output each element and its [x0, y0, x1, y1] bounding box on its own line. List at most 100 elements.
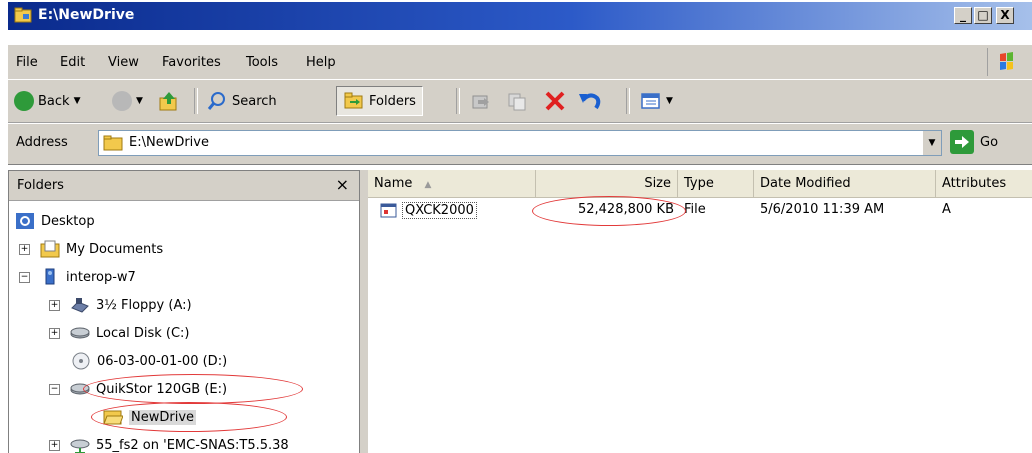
tree-item-cd-drive[interactable]: 06-03-00-01-00 (D:): [71, 349, 227, 373]
menu-help[interactable]: Help: [306, 55, 336, 70]
folder-open-icon: [103, 408, 124, 426]
file-icon: [380, 203, 397, 217]
back-arrow-icon: [14, 91, 34, 111]
go-arrow-icon: [950, 130, 974, 154]
file-name: QXCK2000: [402, 202, 477, 219]
column-size-label: Size: [644, 176, 671, 191]
address-label: Address: [16, 135, 68, 150]
file-list-pane: Name ▲ Size Type Date Modified Attribute…: [368, 170, 1032, 453]
forward-button[interactable]: ▼: [112, 86, 143, 116]
column-name-label: Name: [374, 176, 413, 191]
tree-item-label: 55_fs2 on 'EMC-SNAS:T5.5.38: [96, 437, 289, 453]
address-value: E:\NewDrive: [129, 135, 209, 150]
delete-icon: [545, 91, 565, 111]
views-icon: [641, 93, 660, 109]
copy-to-button[interactable]: [506, 86, 528, 116]
address-input[interactable]: E:\NewDrive ▼: [98, 130, 942, 156]
address-bar: Address E:\NewDrive ▼ Go: [8, 123, 1032, 165]
tree-item-newdrive[interactable]: NewDrive: [103, 405, 197, 429]
forward-dropdown-icon[interactable]: ▼: [136, 96, 143, 106]
expand-toggle[interactable]: +: [49, 439, 60, 451]
column-type-header[interactable]: Type: [678, 170, 754, 198]
tree-item-label: Desktop: [41, 213, 95, 229]
folders-pane: Folders × Desktop + My Documents − inter…: [8, 170, 360, 453]
collapse-toggle[interactable]: −: [19, 271, 30, 283]
file-size: 52,428,800 KB: [577, 202, 674, 217]
views-button[interactable]: ▼: [640, 86, 673, 116]
computer-icon: [40, 268, 60, 286]
forward-arrow-icon: [112, 91, 132, 111]
title-bar[interactable]: E:\NewDrive _ □ X: [8, 2, 1032, 30]
tree-item-local-disk[interactable]: + Local Disk (C:): [49, 321, 189, 345]
views-dropdown-icon[interactable]: ▼: [666, 96, 673, 106]
network-drive-icon: [70, 436, 90, 453]
folders-pane-header: Folders ×: [9, 171, 359, 201]
explorer-window: E:\NewDrive _ □ X File Edit View Favorit…: [0, 0, 1032, 453]
window-title: E:\NewDrive: [38, 7, 135, 23]
expand-toggle[interactable]: +: [49, 327, 60, 339]
move-to-button[interactable]: [470, 86, 492, 116]
menu-view[interactable]: View: [108, 55, 139, 70]
folder-icon: [103, 135, 123, 151]
search-label: Search: [232, 93, 277, 109]
windows-logo-icon: [987, 48, 1024, 76]
move-to-icon: [472, 95, 489, 109]
menu-file[interactable]: File: [16, 55, 38, 70]
sort-ascending-icon: ▲: [424, 180, 432, 190]
file-name-cell[interactable]: QXCK2000: [380, 202, 477, 219]
folders-label: Folders: [369, 93, 416, 109]
maximize-button[interactable]: □: [974, 7, 992, 24]
tree-item-desktop[interactable]: Desktop: [15, 209, 95, 233]
up-folder-button[interactable]: [158, 86, 180, 116]
expand-toggle[interactable]: +: [49, 299, 60, 311]
tree-item-label: NewDrive: [129, 409, 197, 425]
menu-bar: File Edit View Favorites Tools Help: [8, 44, 1032, 80]
column-attributes-header[interactable]: Attributes: [936, 170, 1032, 198]
standard-toolbar: Back ▼ ▼ Search Folders ▼: [8, 79, 1032, 123]
tree-item-label: My Documents: [66, 241, 164, 257]
address-dropdown-button[interactable]: ▼: [922, 131, 941, 155]
menu-favorites[interactable]: Favorites: [162, 55, 221, 70]
back-button[interactable]: Back ▼: [14, 86, 80, 116]
column-size-header[interactable]: Size: [536, 170, 678, 198]
file-date-modified: 5/6/2010 11:39 AM: [760, 202, 885, 217]
minimize-button[interactable]: _: [954, 7, 972, 24]
search-icon: [207, 92, 225, 110]
column-name-header[interactable]: Name ▲: [368, 170, 536, 198]
close-button[interactable]: X: [996, 7, 1014, 24]
tree-item-quikstor[interactable]: − QuikStor 120GB (E:): [49, 377, 227, 401]
desktop-icon: [15, 212, 35, 230]
file-attributes: A: [942, 202, 951, 217]
tree-item-floppy[interactable]: + 3½ Floppy (A:): [49, 293, 192, 317]
tree-item-label: QuikStor 120GB (E:): [96, 381, 228, 397]
undo-icon: [579, 93, 601, 110]
folders-pane-title: Folders: [17, 178, 64, 193]
tree-item-network-drive[interactable]: + 55_fs2 on 'EMC-SNAS:T5.5.38: [49, 433, 289, 453]
column-date-modified-header[interactable]: Date Modified: [754, 170, 936, 198]
menu-edit[interactable]: Edit: [60, 55, 85, 70]
toolbar-separator: [194, 88, 198, 114]
collapse-toggle[interactable]: −: [49, 383, 60, 395]
folders-icon: [344, 92, 363, 109]
go-label: Go: [980, 134, 999, 150]
expand-toggle[interactable]: +: [19, 243, 30, 255]
tree-item-interop-w7[interactable]: − interop-w7: [19, 265, 136, 289]
undo-button[interactable]: [578, 86, 602, 116]
search-button[interactable]: Search: [206, 86, 277, 116]
copy-to-icon: [508, 93, 526, 111]
toolbar-separator: [456, 88, 460, 114]
tree-item-label: 06-03-00-01-00 (D:): [97, 353, 228, 369]
folders-button[interactable]: Folders: [336, 86, 423, 116]
removable-drive-icon: [70, 380, 90, 398]
close-pane-icon[interactable]: ×: [336, 175, 349, 194]
toolbar-separator: [626, 88, 630, 114]
menu-tools[interactable]: Tools: [246, 55, 278, 70]
back-label: Back: [38, 93, 70, 109]
go-button[interactable]: Go: [950, 130, 998, 154]
cd-drive-icon: [71, 352, 91, 370]
delete-button[interactable]: [544, 86, 566, 116]
back-dropdown-icon[interactable]: ▼: [74, 96, 81, 106]
tree-item-my-documents[interactable]: + My Documents: [19, 237, 163, 261]
tree-item-label: 3½ Floppy (A:): [96, 297, 192, 313]
pane-splitter[interactable]: [360, 170, 368, 453]
